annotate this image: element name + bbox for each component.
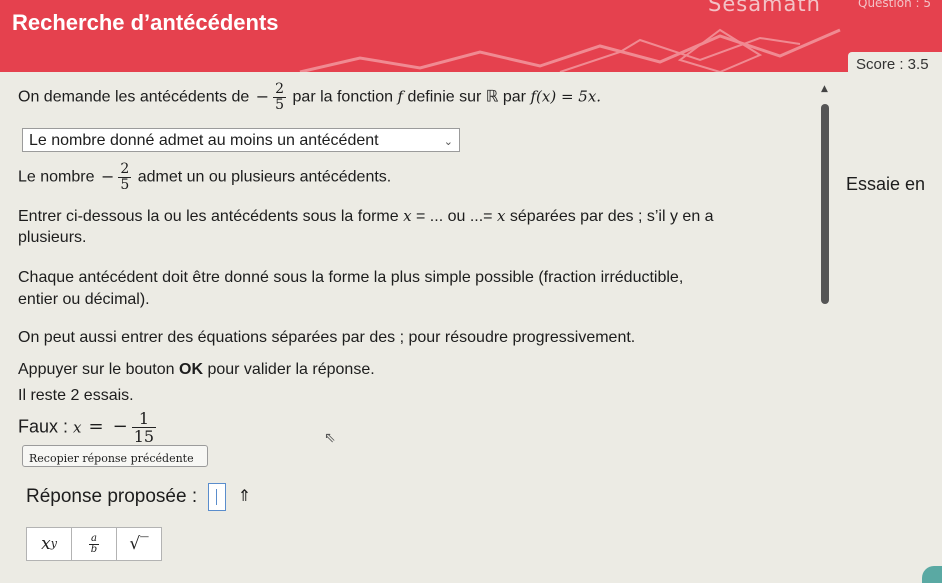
intro-fraction: 25 [273,81,287,113]
instruction-text: séparées par des ; s’il y en a [509,208,714,225]
scroll-up-icon[interactable]: ▲ [821,84,828,94]
intro-text: On demande les antécédents de [18,88,250,106]
fraction-icon-den: b [90,543,98,555]
math-toolbar: xy ab √‾ [26,527,162,561]
instruction-text: = ... ou ...= [416,208,493,225]
fraction-denominator: 5 [120,177,130,193]
sqrt-icon: √‾ [129,534,149,554]
instruction-text: pour valider la réponse. [207,361,375,378]
brand-logo: Sesamath [708,0,821,16]
submit-arrow-icon[interactable]: ⇑ [238,487,251,507]
intro-text-3: definie sur ℝ par [407,88,527,106]
power-button[interactable]: xy [26,527,72,561]
fraction-icon-num: a [89,532,99,545]
ok-keyword: OK [179,361,203,378]
fraction-button[interactable]: ab [71,527,117,561]
power-exponent: y [50,537,57,550]
text-caret [216,489,218,505]
previous-answer: Faux : x = −1 15 [18,410,158,445]
statement-text-2: admet un ou plusieurs antécédents. [137,168,392,186]
instruction-text: Entrer ci-dessous la ou les antécédents … [18,208,399,225]
wrong-label: Faux : [18,416,69,437]
function-formula: f(x) = 5x. [530,87,602,106]
statement-line: Le nombre −2 5 admet un ou plusieurs anté… [18,162,391,193]
score-display: Score : 3.5 [848,52,942,78]
minus-sign: − [255,86,270,106]
answer-row: Réponse proposée : ⇑ [26,483,251,511]
instruction-2: Chaque antécédent doit être donné sous l… [18,269,684,286]
fraction-icon: ab [89,532,99,555]
variable-x: x [496,207,506,225]
instruction-1: Entrer ci-dessous la ou les antécédents … [18,206,714,227]
answer-type-select[interactable]: Le nombre donné admet au moins un antécé… [22,128,460,152]
question-number: Question : 5 [858,0,931,10]
fraction-numerator: 2 [118,161,132,178]
recopy-previous-button[interactable]: Recopier réponse précédente [22,445,208,467]
instruction-text: Appuyer sur le bouton [18,361,175,378]
statement-text: Le nombre [18,168,95,186]
corner-decoration [922,566,942,583]
fraction-numerator: 1 [131,410,157,428]
minus-sign: − [100,166,115,186]
power-base: x [41,534,51,554]
instruction-2-cont: entier ou décimal). [18,291,150,308]
wrong-fraction: 1 15 [131,410,157,446]
variable-x: x [73,418,82,437]
equals-sign: = [88,416,104,438]
instruction-4: Appuyer sur le bouton OK pour valider la… [18,360,375,380]
minus-sign: − [112,416,128,438]
page-title: Recherche d’antécédents [12,10,279,35]
function-name: f [397,87,404,106]
chevron-down-icon: ⌄ [443,136,453,148]
intro-text-2: par la fonction [292,88,394,106]
instruction-3: On peut aussi entrer des équations sépar… [18,329,636,346]
fraction-denominator: 5 [275,97,285,113]
intro-line: On demande les antécédents de −2 5 par la… [18,82,601,113]
mouse-cursor-icon: ⇖ [324,430,336,446]
header-bar: Recherche d’antécédents Sesamath Questio… [0,0,942,72]
instruction-1-cont: plusieurs. [18,229,87,246]
statement-fraction: 25 [118,161,132,193]
scrollbar-thumb[interactable] [821,104,829,304]
answer-input[interactable] [208,483,227,511]
sqrt-button[interactable]: √‾ [116,527,162,561]
fraction-numerator: 2 [273,81,287,98]
fraction-denominator: 15 [133,427,155,446]
select-value: Le nombre donné admet au moins un antécé… [29,132,379,149]
answer-label: Réponse proposée : [26,486,198,508]
tries-remaining: Il reste 2 essais. [18,387,134,404]
side-panel-label: Essaie en [846,174,926,194]
variable-x: x [403,207,412,225]
